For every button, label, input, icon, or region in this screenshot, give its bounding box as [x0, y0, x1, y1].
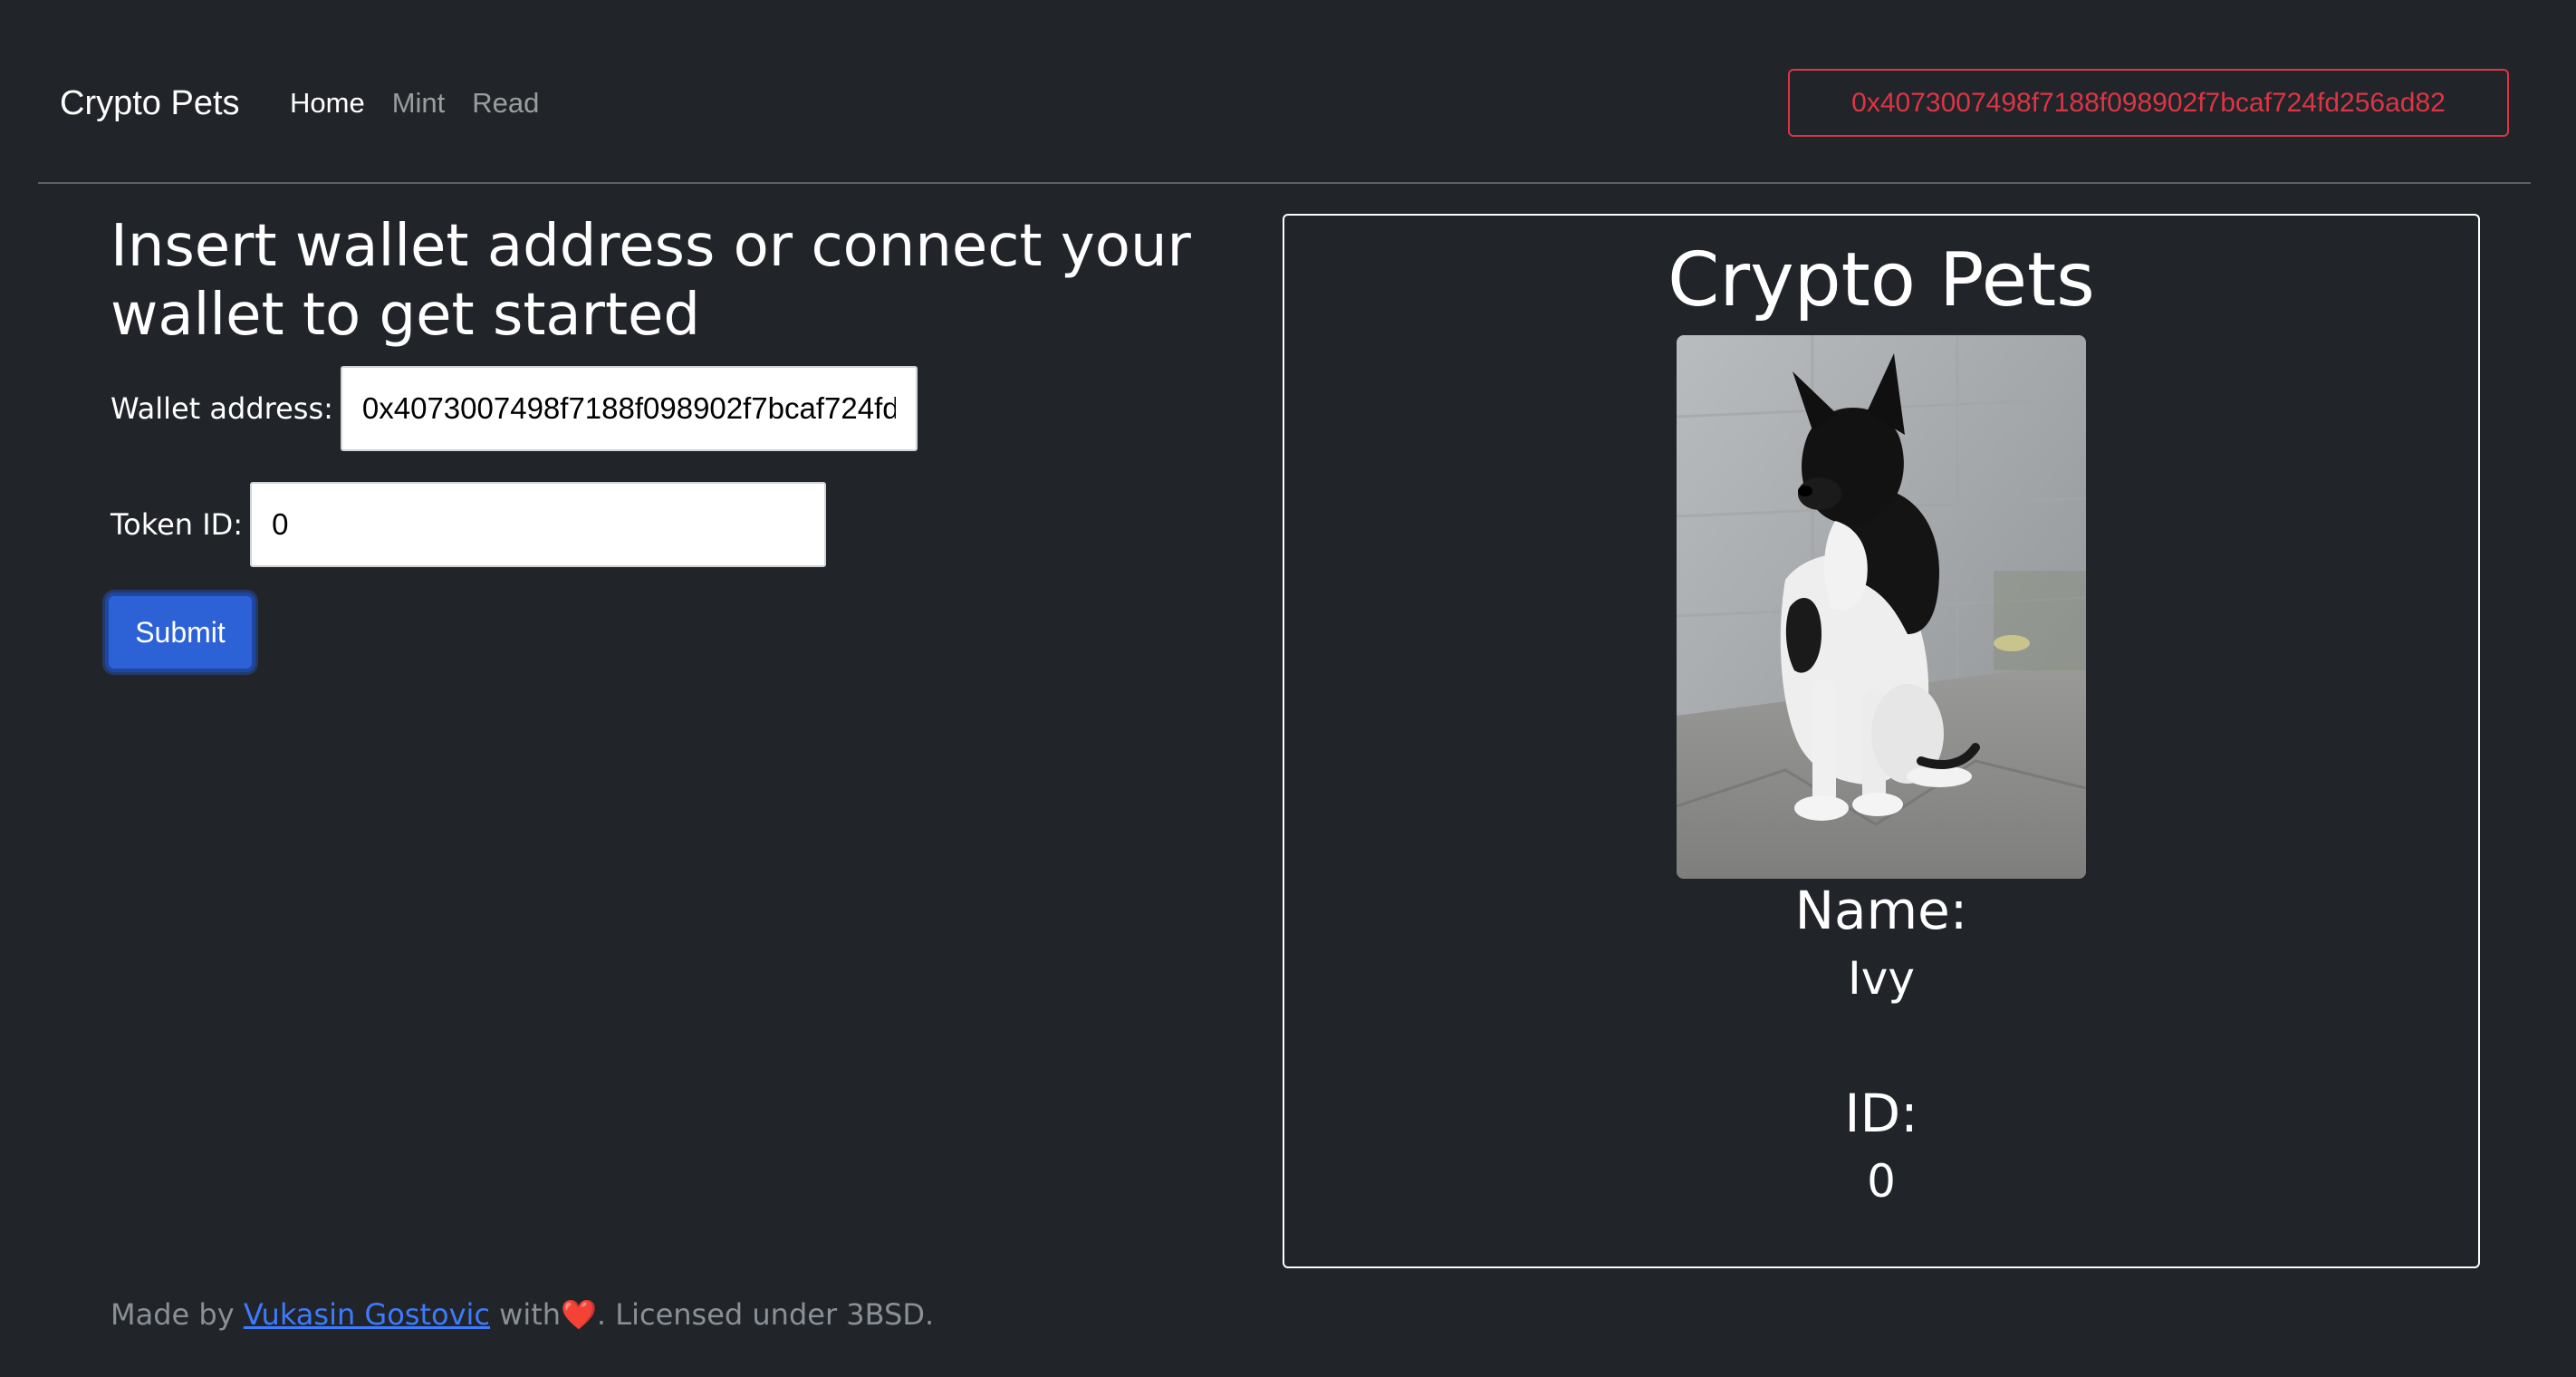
footer-made-by: Made by: [111, 1297, 235, 1332]
footer: Made by Vukasin Gostovic with❤️. License…: [111, 1297, 934, 1332]
page-heading: Insert wallet address or connect your wa…: [111, 213, 1191, 349]
nav-link-home[interactable]: Home: [290, 87, 365, 120]
wallet-address-input[interactable]: [340, 366, 918, 451]
token-id-label: Token ID:: [111, 507, 244, 542]
author-link[interactable]: Vukasin Gostovic: [244, 1297, 490, 1332]
footer-license: . Licensed under 3BSD.: [596, 1297, 935, 1332]
token-id-row: Token ID:: [111, 482, 827, 567]
nav-links: Home Mint Read: [290, 76, 566, 130]
dog-photo-icon: [1677, 335, 2086, 879]
id-value: 0: [1867, 1155, 1896, 1208]
token-id-input[interactable]: [250, 482, 827, 567]
brand-link[interactable]: Crypto Pets: [60, 76, 240, 130]
heart-icon: ❤️: [561, 1297, 597, 1332]
pet-card: Crypto Pets Name: Ivy ID: 0: [1283, 214, 2480, 1268]
card-title: Crypto Pets: [1668, 237, 2095, 323]
name-value: Ivy: [1848, 952, 1915, 1005]
nav-link-mint[interactable]: Mint: [392, 87, 446, 120]
navbar-divider: [38, 182, 2531, 184]
wallet-address-label: Wallet address:: [111, 391, 333, 426]
nav-link-read[interactable]: Read: [472, 87, 539, 120]
id-label: ID:: [1844, 1083, 1918, 1144]
connected-wallet-button[interactable]: 0x4073007498f7188f098902f7bcaf724fd256ad…: [1788, 69, 2509, 137]
footer-with: with: [499, 1297, 562, 1332]
wallet-address-row: Wallet address:: [111, 366, 918, 451]
navbar: Crypto Pets Home Mint Read 0x4073007498f…: [0, 0, 2576, 183]
submit-button[interactable]: Submit: [105, 592, 255, 672]
name-label: Name:: [1794, 880, 1968, 941]
